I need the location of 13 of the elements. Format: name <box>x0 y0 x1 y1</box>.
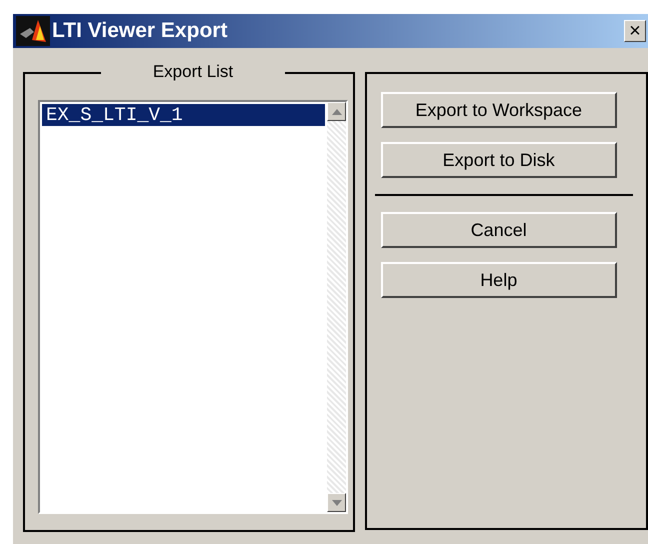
list-item[interactable]: EX_S_LTI_V_1 <box>42 104 325 126</box>
app-icon <box>16 16 50 46</box>
action-button[interactable]: Help <box>380 262 617 298</box>
action-button[interactable]: Export to Workspace <box>380 92 617 128</box>
export-listbox[interactable]: EX_S_LTI_V_1 <box>38 100 348 514</box>
close-button[interactable]: × <box>624 20 646 42</box>
scroll-up-icon[interactable] <box>327 102 346 121</box>
window-title: LTI Viewer Export <box>52 19 228 43</box>
scroll-down-icon[interactable] <box>327 493 346 512</box>
scrollbar[interactable] <box>327 102 346 512</box>
action-button[interactable]: Cancel <box>380 212 617 248</box>
panel-title: Export List <box>101 62 285 82</box>
action-button[interactable]: Export to Disk <box>380 142 617 178</box>
